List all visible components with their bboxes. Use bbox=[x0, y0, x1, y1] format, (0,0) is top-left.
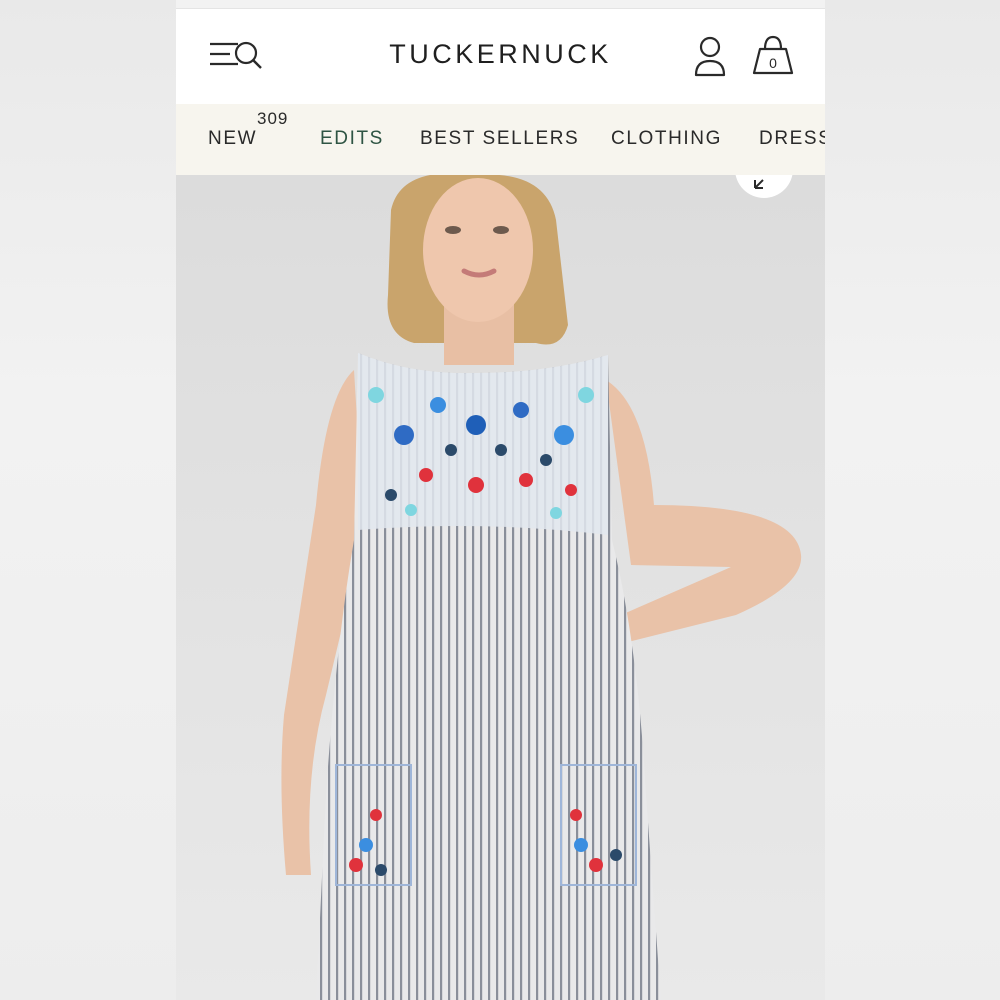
right-backdrop bbox=[825, 0, 1000, 1000]
new-count-badge: 309 bbox=[257, 109, 289, 128]
status-strip bbox=[176, 0, 825, 9]
bag-count: 0 bbox=[769, 55, 777, 71]
expand-icon[interactable] bbox=[735, 175, 793, 198]
left-backdrop bbox=[0, 0, 176, 1000]
nav-item-clothing[interactable]: CLOTHING bbox=[611, 128, 722, 150]
app-screen: TUCKERNUCK 0 309 NEW EDITS BEST SELLERS … bbox=[176, 0, 825, 1000]
nav-item-dresses[interactable]: DRESS bbox=[759, 128, 825, 150]
category-nav: 309 NEW EDITS BEST SELLERS CLOTHING DRES… bbox=[176, 104, 825, 175]
model-illustration bbox=[176, 175, 825, 1000]
nav-item-edits[interactable]: EDITS bbox=[320, 128, 384, 150]
shopping-bag-icon[interactable]: 0 bbox=[752, 33, 794, 79]
nav-item-best-sellers[interactable]: BEST SELLERS bbox=[420, 128, 579, 150]
site-header: TUCKERNUCK 0 bbox=[176, 9, 825, 104]
product-image[interactable] bbox=[176, 175, 825, 1000]
user-icon[interactable] bbox=[692, 35, 728, 79]
nav-item-new[interactable]: NEW bbox=[208, 128, 257, 150]
